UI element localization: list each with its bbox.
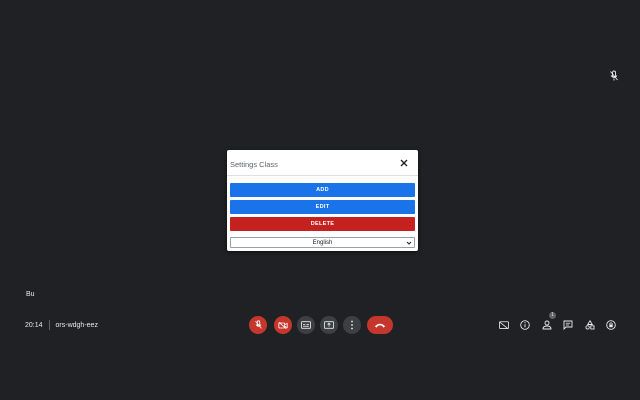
mic-toggle-button[interactable] (249, 316, 267, 334)
captions-button[interactable] (297, 316, 315, 334)
meeting-info: 20:14 ors-wdgh-eez (25, 320, 98, 330)
dialog-title: Settings Class (230, 160, 278, 169)
chat-icon (563, 320, 573, 330)
delete-button[interactable]: DELETE (230, 217, 415, 231)
meeting-details-button[interactable] (518, 318, 532, 332)
add-button[interactable]: ADD (230, 183, 415, 197)
people-count-badge: 1 (549, 312, 556, 319)
meeting-info-divider (48, 320, 50, 330)
edit-button[interactable]: EDIT (230, 200, 415, 214)
hide-self-view-button[interactable] (497, 318, 511, 332)
language-select-value: English (312, 239, 333, 246)
people-button[interactable] (540, 318, 554, 332)
settings-dialog: Settings Class ADD EDIT DELETE English (227, 150, 418, 251)
info-icon (520, 320, 530, 330)
dialog-divider (227, 175, 418, 176)
present-button[interactable] (320, 316, 338, 334)
language-select[interactable]: English (230, 237, 415, 248)
end-call-button[interactable] (367, 316, 393, 334)
captions-icon (301, 321, 311, 329)
present-icon (324, 321, 334, 329)
meeting-code[interactable]: ors-wdgh-eez (56, 322, 98, 329)
activities-icon (585, 320, 595, 330)
meeting-time: 20:14 (25, 321, 43, 329)
lock-person-icon (606, 320, 616, 330)
chat-button[interactable] (561, 318, 575, 332)
participant-name: Bu (26, 291, 35, 298)
camera-toggle-button[interactable] (274, 316, 292, 334)
mic-off-icon (254, 320, 262, 329)
people-icon (542, 320, 552, 330)
end-call-icon (374, 323, 386, 328)
more-options-icon (351, 320, 353, 330)
activities-button[interactable] (583, 318, 597, 332)
more-options-button[interactable] (343, 316, 361, 334)
close-icon[interactable] (398, 157, 410, 169)
host-controls-button[interactable] (604, 318, 618, 332)
screen-off-icon (499, 320, 509, 329)
chevron-down-icon (406, 241, 412, 245)
muted-mic-indicator-icon (610, 70, 618, 81)
camera-off-icon (278, 321, 288, 329)
